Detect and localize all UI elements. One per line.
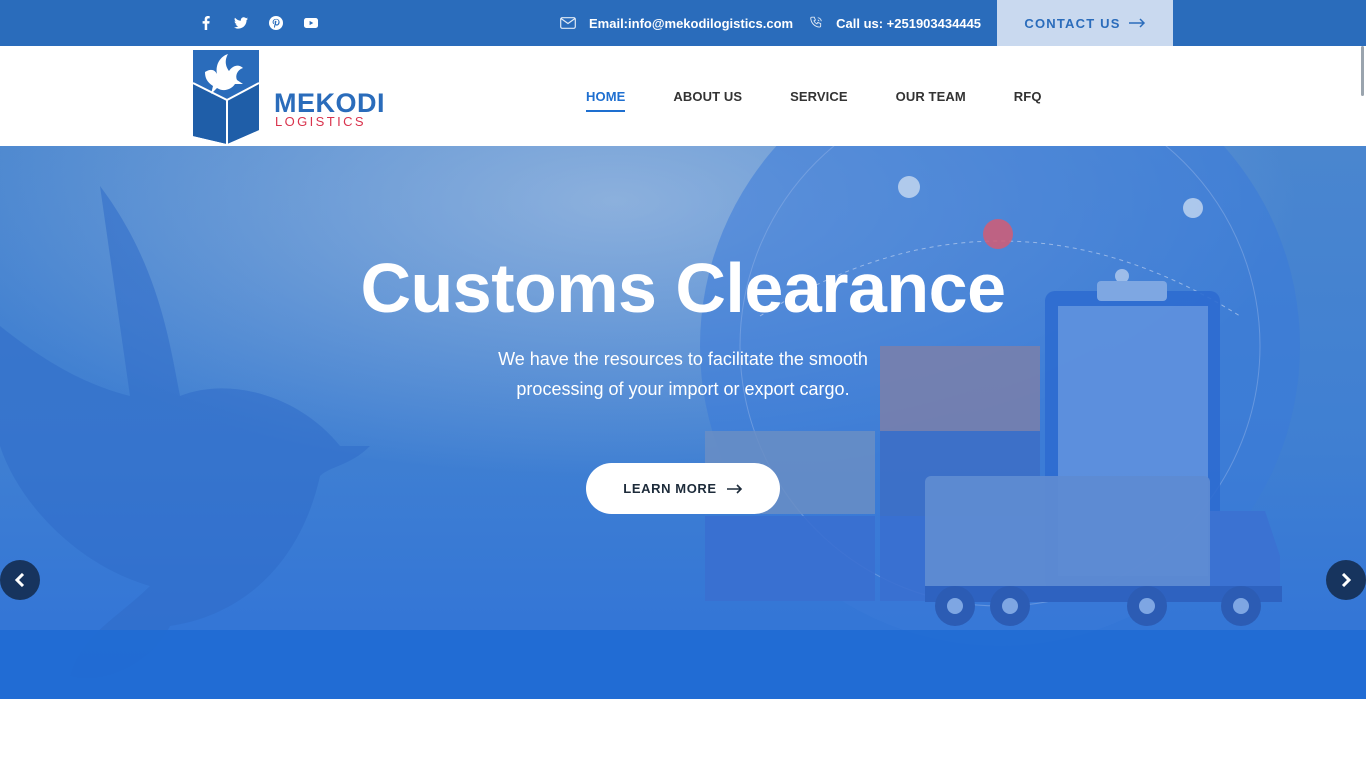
slider-prev-button[interactable] bbox=[0, 560, 40, 600]
twitter-icon[interactable] bbox=[223, 0, 258, 46]
facebook-icon[interactable] bbox=[188, 0, 223, 46]
email-text[interactable]: Email:info@mekodilogistics.com bbox=[589, 16, 793, 31]
phone-icon bbox=[810, 16, 822, 28]
phone-item[interactable]: Call us: +251903434445 bbox=[809, 16, 981, 31]
email-item[interactable]: Email:info@mekodilogistics.com bbox=[560, 16, 793, 31]
nav-our-team[interactable]: OUR TEAM bbox=[896, 89, 966, 104]
logo-box-dove-icon bbox=[193, 50, 260, 144]
chevron-left-icon bbox=[14, 573, 25, 587]
pinterest-icon[interactable] bbox=[258, 0, 293, 46]
logo[interactable]: MEKODI LOGISTICS bbox=[193, 50, 393, 144]
phone-text[interactable]: Call us: +251903434445 bbox=[836, 16, 981, 31]
learn-more-button[interactable]: LEARN MORE bbox=[586, 463, 780, 514]
youtube-icon[interactable] bbox=[293, 0, 328, 46]
hero-background-illustration bbox=[0, 146, 1366, 699]
hero-slider: Customs Clearance We have the resources … bbox=[0, 146, 1366, 699]
nav-about-us[interactable]: ABOUT US bbox=[673, 89, 742, 104]
nav-rfq[interactable]: RFQ bbox=[1014, 89, 1042, 104]
top-bar: Email:info@mekodilogistics.com Call us: … bbox=[0, 0, 1366, 46]
envelope-icon bbox=[560, 17, 576, 29]
hero-subtitle: We have the resources to facilitate the … bbox=[0, 344, 1366, 404]
contact-us-label: CONTACT US bbox=[1024, 15, 1121, 31]
hero-subtitle-line2: processing of your import or export carg… bbox=[516, 379, 850, 399]
arrow-right-icon bbox=[1128, 18, 1145, 28]
hero-bottom-band bbox=[0, 630, 1366, 699]
scrollbar-thumb[interactable] bbox=[1361, 46, 1364, 96]
main-header: MEKODI LOGISTICS HOME ABOUT US SERVICE O… bbox=[0, 46, 1366, 146]
slider-next-button[interactable] bbox=[1326, 560, 1366, 600]
contact-us-button[interactable]: CONTACT US bbox=[997, 0, 1173, 46]
social-links bbox=[188, 0, 328, 46]
hero-subtitle-line1: We have the resources to facilitate the … bbox=[498, 349, 868, 369]
logo-word-logistics: LOGISTICS bbox=[275, 114, 366, 129]
hero-title: Customs Clearance bbox=[360, 249, 1006, 327]
nav-home[interactable]: HOME bbox=[586, 89, 626, 112]
learn-more-label: LEARN MORE bbox=[623, 481, 717, 496]
contact-info: Email:info@mekodilogistics.com Call us: … bbox=[560, 0, 997, 46]
main-nav: HOME ABOUT US SERVICE OUR TEAM RFQ bbox=[586, 46, 1090, 146]
chevron-right-icon bbox=[1341, 573, 1352, 587]
nav-service[interactable]: SERVICE bbox=[790, 89, 848, 104]
arrow-right-icon bbox=[726, 483, 742, 494]
